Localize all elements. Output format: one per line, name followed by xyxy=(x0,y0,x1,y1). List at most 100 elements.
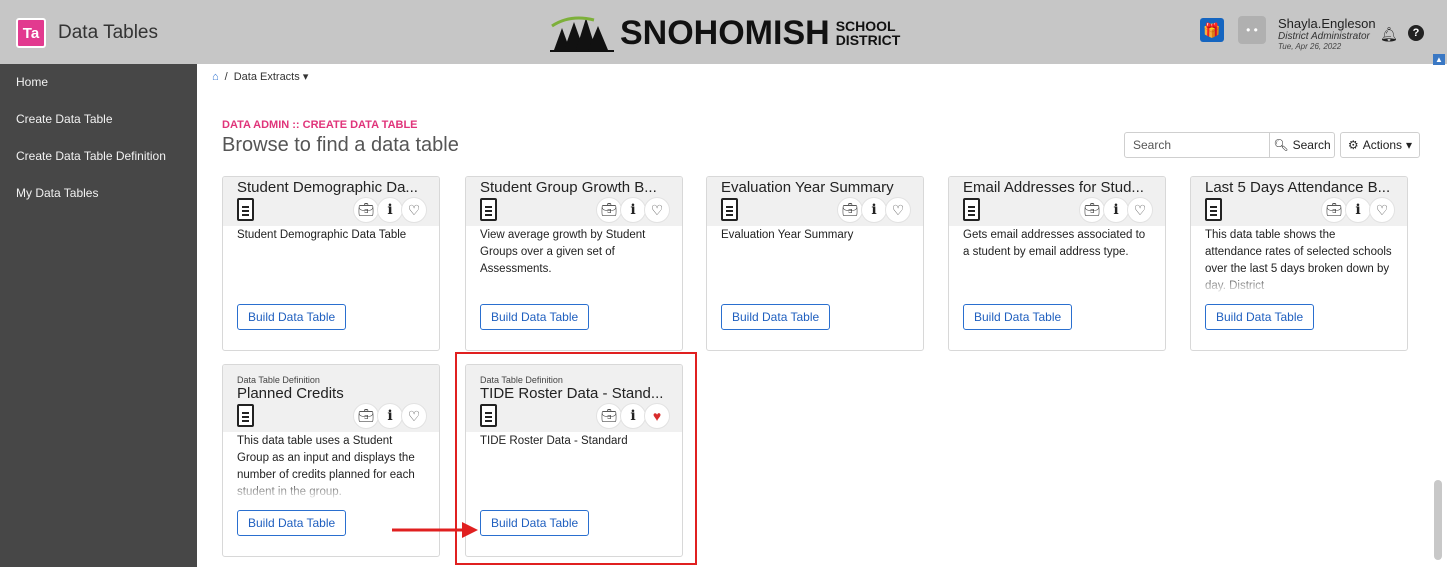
actions-dropdown-button[interactable]: ⚙ Actions ▾ xyxy=(1340,132,1420,158)
card-header: Student Demographic Da... 💼︎ i ♡ xyxy=(223,177,439,226)
heart-outline-icon[interactable]: ♡ xyxy=(401,403,427,429)
chevron-down-icon: ▾ xyxy=(302,71,309,83)
card-header: Last 5 Days Attendance B... 💼︎ i ♡ xyxy=(1191,177,1407,226)
card-description: Gets email addresses associated to a stu… xyxy=(963,229,1146,258)
heart-outline-icon[interactable]: ♡ xyxy=(1369,197,1395,223)
search-input[interactable] xyxy=(1124,132,1270,158)
card-icons: 💼︎ i ♡ xyxy=(963,196,1153,226)
breadcrumb-data-extracts[interactable]: Data Extracts ▾ xyxy=(234,70,309,83)
heart-outline-icon[interactable]: ♡ xyxy=(885,197,911,223)
help-icon[interactable]: ? xyxy=(1408,25,1424,41)
district-subtitle-line1: SCHOOL xyxy=(835,18,896,34)
app-name: Data Tables xyxy=(58,22,158,43)
data-table-card[interactable]: Student Group Growth B... 💼︎ i ♡ View av… xyxy=(465,176,683,351)
info-icon[interactable]: i xyxy=(1345,197,1371,223)
build-data-table-button[interactable]: Build Data Table xyxy=(237,304,347,330)
document-icon xyxy=(1205,198,1222,221)
document-icon xyxy=(237,404,254,427)
user-role: District Administrator xyxy=(1278,31,1370,42)
home-icon[interactable]: ⌂ xyxy=(212,71,219,83)
sidebar-item-create-data-table-definition[interactable]: Create Data Table Definition xyxy=(0,138,197,175)
trees-logo-icon xyxy=(550,16,614,52)
breadcrumb-current-label: Data Extracts xyxy=(233,71,300,83)
briefcase-icon[interactable]: 💼︎ xyxy=(596,197,622,223)
card-header: Evaluation Year Summary 💼︎ i ♡ xyxy=(707,177,923,226)
search-group: 🔍︎ Search xyxy=(1124,132,1335,158)
user-info[interactable]: Shayla.Engleson District Administrator T… xyxy=(1278,16,1376,51)
scrollbar[interactable] xyxy=(1434,480,1442,560)
card-title: Email Addresses for Stud... xyxy=(963,179,1144,196)
info-icon[interactable]: i xyxy=(377,403,403,429)
card-icons: 💼︎ i ♡ xyxy=(480,196,670,226)
data-table-card[interactable]: Last 5 Days Attendance B... 💼︎ i ♡ This … xyxy=(1190,176,1408,351)
sidebar-item-my-data-tables[interactable]: My Data Tables xyxy=(0,175,197,212)
gift-icon[interactable]: 🎁 xyxy=(1200,18,1224,42)
scroll-up-icon[interactable]: ▲ xyxy=(1433,54,1445,65)
card-description: View average growth by Student Groups ov… xyxy=(480,229,646,275)
card-body: Gets email addresses associated to a stu… xyxy=(949,226,1165,330)
search-button-label: Search xyxy=(1292,138,1331,152)
info-icon[interactable]: i xyxy=(620,197,646,223)
user-name: Shayla.Engleson xyxy=(1278,16,1376,31)
briefcase-icon[interactable]: 💼︎ xyxy=(1321,197,1347,223)
district-name: SNOHOMISH xyxy=(620,14,830,52)
data-table-card[interactable]: Evaluation Year Summary 💼︎ i ♡ Evaluatio… xyxy=(706,176,924,351)
avatar[interactable]: • • xyxy=(1238,16,1266,44)
info-icon[interactable]: i xyxy=(861,197,887,223)
card-header: Email Addresses for Stud... 💼︎ i ♡ xyxy=(949,177,1165,226)
info-icon[interactable]: i xyxy=(1103,197,1129,223)
card-icons: 💼︎ i ♡ xyxy=(237,402,427,432)
district-subtitle-line2: DISTRICT xyxy=(835,32,901,48)
build-data-table-button[interactable]: Build Data Table xyxy=(963,304,1073,330)
user-date: Tue, Apr 26, 2022 xyxy=(1278,42,1342,51)
app-logo: Ta xyxy=(16,18,46,48)
actions-label: Actions xyxy=(1362,138,1403,152)
card-header: Data Table Definition Planned Credits 💼︎… xyxy=(223,365,439,432)
briefcase-icon[interactable]: 💼︎ xyxy=(353,197,379,223)
build-data-table-button[interactable]: Build Data Table xyxy=(721,304,831,330)
card-icons: 💼︎ i ♡ xyxy=(237,196,427,226)
card-body: This data table shows the attendance rat… xyxy=(1191,226,1407,330)
document-icon xyxy=(237,198,254,221)
card-description: Student Demographic Data Table xyxy=(237,229,407,241)
card-icons: 💼︎ i ♡ xyxy=(721,196,911,226)
build-data-table-button[interactable]: Build Data Table xyxy=(480,304,590,330)
sidebar-item-home[interactable]: Home xyxy=(0,64,197,101)
card-type-label: Data Table Definition xyxy=(237,375,320,385)
top-bar: Ta Data Tables SNOHOMISH SCHOOL DISTRICT… xyxy=(0,0,1447,65)
card-body: View average growth by Student Groups ov… xyxy=(466,226,682,330)
breadcrumb: ⌂ / Data Extracts ▾ xyxy=(212,70,309,84)
briefcase-icon[interactable]: 💼︎ xyxy=(353,403,379,429)
card-description: This data table uses a Student Group as … xyxy=(237,435,415,498)
card-body: Student Demographic Data Table Build Dat… xyxy=(223,226,439,330)
heart-outline-icon[interactable]: ♡ xyxy=(1127,197,1153,223)
info-icon[interactable]: i xyxy=(377,197,403,223)
user-area: 🎁 • • Shayla.Engleson District Administr… xyxy=(1200,16,1376,51)
app-brand[interactable]: Ta Data Tables xyxy=(16,18,158,48)
district-subtitle: SCHOOL DISTRICT xyxy=(836,19,901,47)
card-title: Student Demographic Da... xyxy=(237,179,418,196)
data-table-card[interactable]: Student Demographic Da... 💼︎ i ♡ Student… xyxy=(222,176,440,351)
search-button[interactable]: 🔍︎ Search xyxy=(1270,132,1335,158)
briefcase-icon[interactable]: 💼︎ xyxy=(1079,197,1105,223)
heart-outline-icon[interactable]: ♡ xyxy=(401,197,427,223)
heart-outline-icon[interactable]: ♡ xyxy=(644,197,670,223)
data-table-card[interactable]: Email Addresses for Stud... 💼︎ i ♡ Gets … xyxy=(948,176,1166,351)
card-title: Planned Credits xyxy=(237,385,344,402)
document-icon xyxy=(721,198,738,221)
briefcase-icon[interactable]: 💼︎ xyxy=(837,197,863,223)
page-kicker: DATA ADMIN :: CREATE DATA TABLE xyxy=(222,119,418,131)
card-description: This data table shows the attendance rat… xyxy=(1205,229,1392,292)
sidebar: Home Create Data Table Create Data Table… xyxy=(0,64,197,567)
document-icon xyxy=(963,198,980,221)
highlight-box xyxy=(455,352,697,565)
card-header: Student Group Growth B... 💼︎ i ♡ xyxy=(466,177,682,226)
chevron-down-icon: ▾ xyxy=(1406,138,1413,152)
page-title: Browse to find a data table xyxy=(222,134,459,156)
sidebar-item-create-data-table[interactable]: Create Data Table xyxy=(0,101,197,138)
bell-icon[interactable]: 🔔︎ xyxy=(1380,26,1398,43)
build-data-table-button[interactable]: Build Data Table xyxy=(237,510,347,536)
build-data-table-button[interactable]: Build Data Table xyxy=(1205,304,1315,330)
card-title: Student Group Growth B... xyxy=(480,179,657,196)
card-title: Evaluation Year Summary xyxy=(721,179,894,196)
